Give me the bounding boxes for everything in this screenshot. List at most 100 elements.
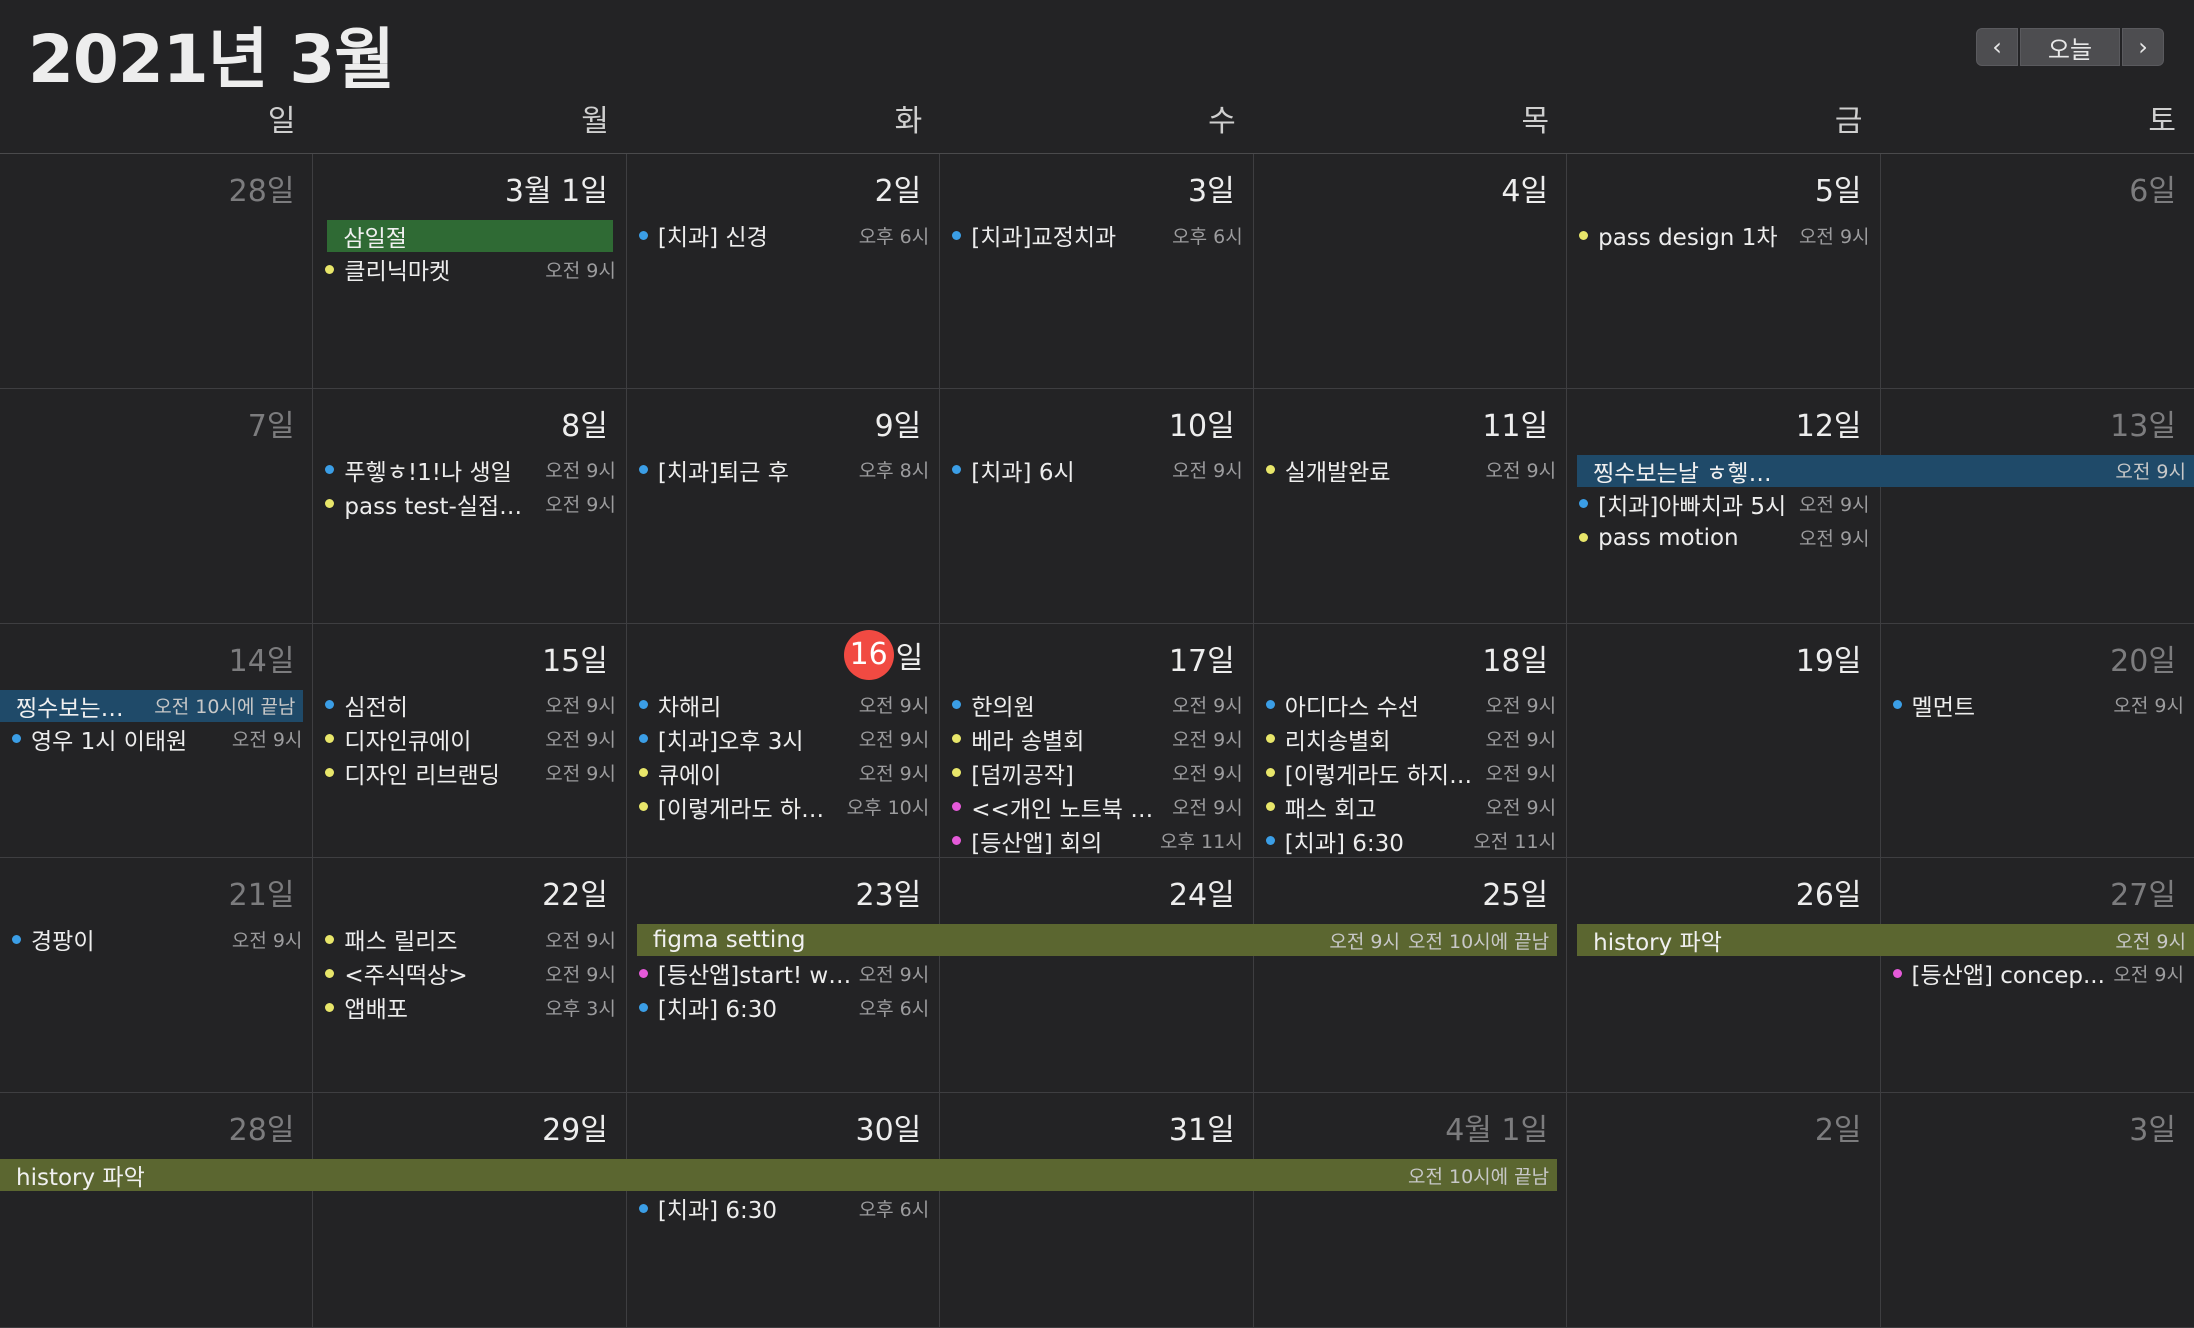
all-day-event-bar[interactable]: 찡수보는… 오전 10시에 끝남 xyxy=(0,689,304,722)
calendar-dot-icon xyxy=(1265,700,1275,710)
calendar-dot-icon xyxy=(638,465,648,475)
day-cell[interactable]: 4일 xyxy=(1253,154,1568,389)
day-number: 18일 xyxy=(1482,643,1549,679)
day-cell[interactable]: 22일패스 릴리즈 오전 9시 <주식떡상> 오전 9시 앱배포 오후 3시 xyxy=(313,858,627,1094)
event-list: [치과]퇴근 후 오후 8시 xyxy=(627,453,939,487)
day-cell[interactable]: 18일아디다스 수선 오전 9시 리치송별회 오전 9시 [이렇게라도 하지… 오전 9시… xyxy=(1253,623,1568,859)
day-cell[interactable]: 6일 xyxy=(1880,154,2194,389)
day-cell[interactable]: 5일 pass design 1차 오전 9시 xyxy=(1567,154,1881,389)
calendar-event[interactable]: 앱배포 오후 3시 xyxy=(313,990,625,1024)
all-day-event-bar[interactable]: history 파악 오전 10시에 끝남 xyxy=(0,1159,1558,1192)
calendar-event[interactable]: [이렇게라도 하지… 오전 9시 xyxy=(1254,756,1566,790)
day-cell[interactable]: 17일 한의원 오전 9시 베라 송별회 오전 9시 [덤끼공작] 오전 9시 <<개인 노트… xyxy=(940,623,1254,859)
day-cell[interactable]: 25일 xyxy=(1253,858,1568,1094)
day-cell[interactable]: 3월 1일 클리닉마켓 오전 9시 xyxy=(313,154,627,389)
calendar-event[interactable]: 경팡이 오전 9시 xyxy=(0,922,312,956)
day-number: 14일 xyxy=(228,643,295,679)
calendar-event[interactable]: 패스 릴리즈 오전 9시 xyxy=(313,922,625,956)
calendar-event[interactable]: [치과] 6:30 오전 11시 xyxy=(1254,824,1566,858)
event-time: 오전 9시 xyxy=(1172,729,1243,752)
day-cell[interactable]: 12일 [치과]아빠치과 5시 오전 9시 pass motion 오전 9시 xyxy=(1567,388,1881,624)
event-time: 오전 9시 xyxy=(1172,460,1243,483)
event-end-time: 오전 10시에 끝남 xyxy=(1408,930,1550,953)
day-cell[interactable]: 21일경팡이 오전 9시 xyxy=(0,858,314,1094)
day-cell[interactable]: 15일 심전히 오전 9시 디자인큐에이 오전 9시 디자인 리브랜딩 오전 9시 xyxy=(313,623,627,859)
day-number: 3일 xyxy=(1188,174,1235,209)
prev-month-button[interactable]: ‹ xyxy=(1976,28,2018,66)
calendar-event[interactable]: [등산앱]start! wi... 오전 9시 xyxy=(627,956,939,990)
day-number: 22일 xyxy=(542,878,608,914)
calendar-event[interactable]: 실개발완료 오전 9시 xyxy=(1254,453,1566,487)
calendar-event[interactable]: 한의원 오전 9시 xyxy=(940,688,1252,722)
day-cell[interactable]: 3일 [치과]교정치과 오후 6시 xyxy=(940,154,1254,389)
calendar-event[interactable]: [치과] 6:30 오후 6시 xyxy=(627,990,939,1024)
calendar-event[interactable]: 푸헿ㅎ!1!나 생일 오전 9시 xyxy=(313,453,625,487)
event-title: [치과]오후 3시 xyxy=(657,728,804,755)
day-cell[interactable]: 26일 xyxy=(1567,858,1881,1094)
calendar-event[interactable]: 아디다스 수선 오전 9시 xyxy=(1254,688,1566,722)
calendar-event[interactable]: [치과]아빠치과 5시 오전 9시 xyxy=(1567,487,1879,521)
day-cell[interactable]: 24일 xyxy=(940,858,1254,1094)
calendar-event[interactable]: 심전히 오전 9시 xyxy=(313,688,625,722)
day-cell[interactable]: 29일 xyxy=(313,1093,627,1328)
calendar-event[interactable]: pass motion 오전 9시 xyxy=(1567,521,1879,555)
calendar-event[interactable]: 베라 송별회 오전 9시 xyxy=(940,722,1252,756)
day-cell[interactable]: 20일 멜먼트 오전 9시 xyxy=(1880,624,2194,859)
event-list: 한의원 오전 9시 베라 송별회 오전 9시 [덤끼공작] 오전 9시 <<개인 노트북 챙… xyxy=(940,688,1252,858)
all-day-event-bar[interactable]: figma setting 오전 9시 오전 10시에 끝남 xyxy=(636,924,1558,957)
calendar-event[interactable]: [치과] 6:30 오후 6시 xyxy=(627,1191,939,1225)
calendar-event[interactable]: 멜먼트 오전 9시 xyxy=(1881,688,2194,722)
calendar-event[interactable]: 차해리 오전 9시 xyxy=(627,688,939,722)
next-month-button[interactable]: › xyxy=(2122,28,2164,66)
calendar-event[interactable]: 디자인 리브랜딩 오전 9시 xyxy=(313,756,625,790)
event-title: 멜먼트 xyxy=(1911,694,1976,721)
day-cell[interactable]: 2일 xyxy=(1567,1093,1881,1328)
all-day-event-bar[interactable]: history 파악 오전 9시 xyxy=(1577,924,2194,957)
calendar-event[interactable]: 패스 회고 오전 9시 xyxy=(1254,790,1566,824)
calendar-event[interactable]: [치과]오후 3시 오전 9시 xyxy=(627,722,939,756)
day-cell[interactable]: 27일 [등산앱] concep... 오전 9시 xyxy=(1880,858,2194,1094)
all-day-event-bar[interactable]: 삼일절 xyxy=(327,220,613,252)
day-cell[interactable]: 2일 [치과] 신경 오후 6시 xyxy=(626,154,941,389)
calendar-event[interactable]: [등산앱] concep... 오전 9시 xyxy=(1881,956,2194,990)
day-cell[interactable]: 31일 xyxy=(940,1093,1254,1328)
day-cell[interactable]: 28일 xyxy=(0,1093,314,1328)
event-time: 오전 9시 xyxy=(545,963,616,986)
calendar-event[interactable]: 클리닉마켓 오전 9시 xyxy=(313,252,625,286)
calendar-event[interactable]: pass design 1차 오전 9시 xyxy=(1567,218,1879,252)
day-cell[interactable]: 23일 [등산앱]start! wi... 오전 9시 [치과] 6:30 오후 6시 xyxy=(626,858,941,1094)
calendar-event[interactable]: pass test-실접… 오전 9시 xyxy=(313,487,625,521)
calendar-event[interactable]: [치과] 6시 오전 9시 xyxy=(940,453,1252,487)
today-button[interactable]: 오늘 xyxy=(2020,28,2120,66)
all-day-event-bar[interactable]: 찡수보는날 ㅎ헿… 오전 9시 xyxy=(1577,454,2194,487)
day-cell[interactable]: 19일 xyxy=(1567,623,1881,859)
day-cell[interactable]: 11일 실개발완료 오전 9시 xyxy=(1253,388,1568,624)
event-time: 오후 6시 xyxy=(858,225,930,248)
calendar-event[interactable]: <주식떡상> 오전 9시 xyxy=(313,956,625,990)
day-cell[interactable]: 14일영우 1시 이태원 오전 9시 xyxy=(0,623,314,859)
day-cell[interactable]: 13일 xyxy=(1880,389,2194,624)
day-cell[interactable]: 16 일 차해리 오전 9시 [치과]오후 3시 오전 9시 큐에이 오전 9시 [이렇게라도 … xyxy=(626,623,941,859)
calendar-event[interactable]: 영우 1시 이태원 오전 9시 xyxy=(0,722,312,756)
calendar-event[interactable]: [덤끼공작] 오전 9시 xyxy=(940,756,1252,790)
day-cell[interactable]: 28일 xyxy=(0,154,314,389)
event-time: 오전 9시 xyxy=(1172,763,1243,786)
calendar-event[interactable]: <<개인 노트북 챙… 오전 9시 xyxy=(940,790,1252,824)
calendar-event[interactable]: 디자인큐에이 오전 9시 xyxy=(313,722,625,756)
day-cell[interactable]: 30일 [치과] 6:30 오후 6시 xyxy=(626,1093,941,1328)
day-cell[interactable]: 7일 xyxy=(0,388,314,624)
calendar-event[interactable]: [이렇게라도 하… 오후 10시 xyxy=(627,790,939,824)
calendar-event[interactable]: [치과] 신경 오후 6시 xyxy=(627,218,939,252)
day-cell[interactable]: 8일 푸헿ㅎ!1!나 생일 오전 9시 pass test-실접… 오전 9시 xyxy=(313,388,627,624)
calendar-event[interactable]: [치과]퇴근 후 오후 8시 xyxy=(627,453,939,487)
day-cell[interactable]: 4월 1일 xyxy=(1253,1093,1568,1328)
day-cell[interactable]: 9일 [치과]퇴근 후 오후 8시 xyxy=(626,388,941,624)
calendar-event[interactable]: 리치송별회 오전 9시 xyxy=(1254,722,1566,756)
calendar-event[interactable]: [등산앱] 회의 오후 11시 xyxy=(940,824,1252,858)
day-cell[interactable]: 3일 xyxy=(1880,1093,2194,1328)
calendar-event[interactable]: 큐에이 오전 9시 xyxy=(627,756,939,790)
day-cell[interactable]: 10일 [치과] 6시 오전 9시 xyxy=(940,388,1254,624)
calendar-event[interactable]: [치과]교정치과 오후 6시 xyxy=(940,218,1252,252)
event-time: 오후 6시 xyxy=(858,997,930,1020)
day-number: 21일 xyxy=(228,878,295,914)
